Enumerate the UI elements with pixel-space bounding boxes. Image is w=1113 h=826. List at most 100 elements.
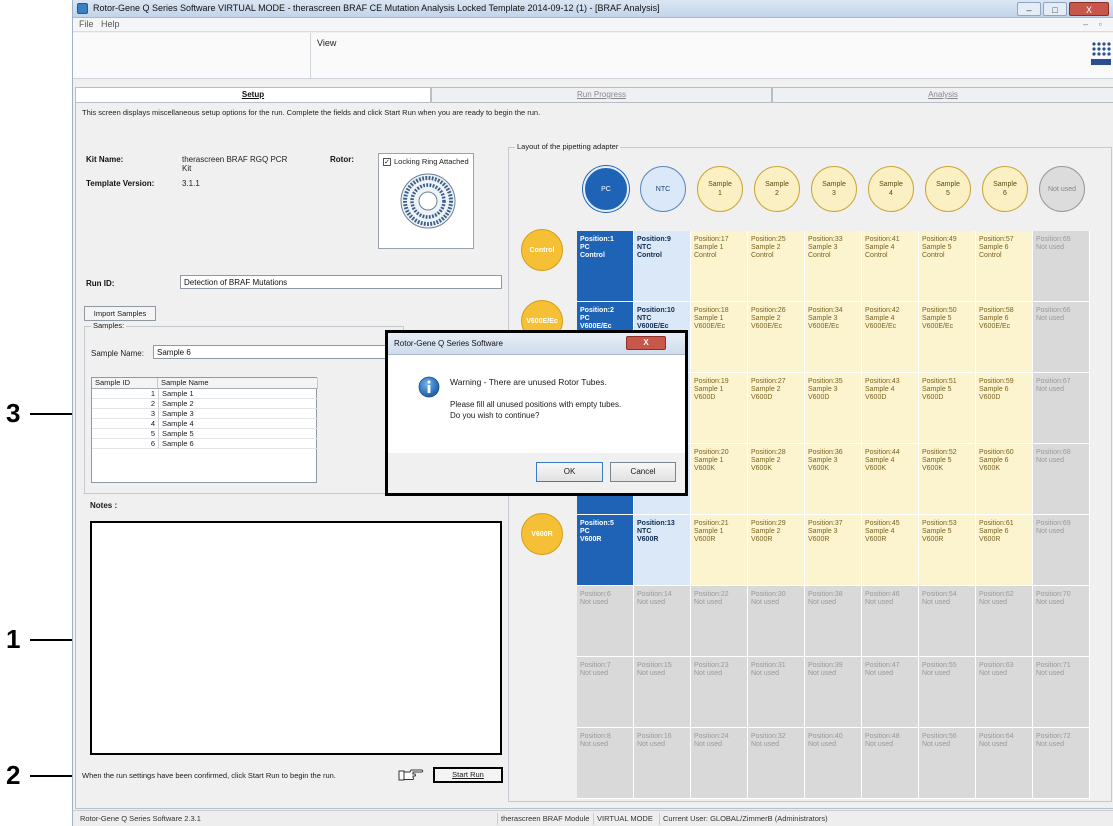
position-cell[interactable]: Position:8 Not used bbox=[577, 728, 634, 799]
table-cell-id[interactable]: 4 bbox=[92, 419, 158, 429]
position-cell[interactable]: Position:1 PC Control bbox=[577, 231, 634, 302]
position-cell[interactable]: Position:60 Sample 6 V600K bbox=[976, 444, 1033, 515]
notes-textarea[interactable] bbox=[90, 521, 502, 755]
position-cell[interactable]: Position:48 Not used bbox=[862, 728, 919, 799]
position-cell[interactable]: Position:41 Sample 4 Control bbox=[862, 231, 919, 302]
position-cell[interactable]: Position:26 Sample 2 V600E/Ec bbox=[748, 302, 805, 373]
position-cell[interactable]: Position:44 Sample 4 V600K bbox=[862, 444, 919, 515]
dialog-title-bar[interactable]: Rotor-Gene Q Series Software X bbox=[388, 333, 685, 355]
position-cell[interactable]: Position:9 NTC Control bbox=[634, 231, 691, 302]
table-cell-id[interactable]: 2 bbox=[92, 399, 158, 409]
run-id-input[interactable]: Detection of BRAF Mutations bbox=[180, 275, 502, 289]
position-cell[interactable]: Position:42 Sample 4 V600E/Ec bbox=[862, 302, 919, 373]
position-cell[interactable]: Position:18 Sample 1 V600E/Ec bbox=[691, 302, 748, 373]
table-cell-id[interactable]: 6 bbox=[92, 439, 158, 449]
position-cell[interactable]: Position:39 Not used bbox=[805, 657, 862, 728]
position-cell[interactable]: Position:50 Sample 5 V600E/Ec bbox=[919, 302, 976, 373]
position-cell[interactable]: Position:17 Sample 1 Control bbox=[691, 231, 748, 302]
position-cell[interactable]: Position:15 Not used bbox=[634, 657, 691, 728]
table-cell-id[interactable]: 5 bbox=[92, 429, 158, 439]
locking-ring-checkbox[interactable]: ✓ bbox=[383, 158, 391, 166]
import-samples-button[interactable]: Import Samples bbox=[84, 306, 156, 321]
position-cell[interactable]: Position:35 Sample 3 V600D bbox=[805, 373, 862, 444]
mdi-controls[interactable]: – ▫ bbox=[1083, 19, 1106, 29]
position-cell[interactable]: Position:55 Not used bbox=[919, 657, 976, 728]
tab-setup[interactable]: Setup bbox=[75, 87, 431, 102]
position-cell[interactable]: Position:27 Sample 2 V600D bbox=[748, 373, 805, 444]
position-cell[interactable]: Position:65 Not used bbox=[1033, 231, 1090, 302]
position-cell[interactable]: Position:33 Sample 3 Control bbox=[805, 231, 862, 302]
position-cell[interactable]: Position:63 Not used bbox=[976, 657, 1033, 728]
position-cell[interactable]: Position:40 Not used bbox=[805, 728, 862, 799]
position-cell[interactable]: Position:72 Not used bbox=[1033, 728, 1090, 799]
col-header-sample-id[interactable]: Sample ID bbox=[92, 378, 158, 389]
position-cell[interactable]: Position:46 Not used bbox=[862, 586, 919, 657]
position-cell[interactable]: Position:57 Sample 6 Control bbox=[976, 231, 1033, 302]
position-cell[interactable]: Position:61 Sample 6 V600R bbox=[976, 515, 1033, 586]
position-cell[interactable]: Position:24 Not used bbox=[691, 728, 748, 799]
position-cell[interactable]: Position:58 Sample 6 V600E/Ec bbox=[976, 302, 1033, 373]
col-header-sample-name[interactable]: Sample Name bbox=[158, 378, 318, 389]
table-cell-id[interactable]: 3 bbox=[92, 409, 158, 419]
position-cell[interactable]: Position:45 Sample 4 V600R bbox=[862, 515, 919, 586]
position-cell[interactable]: Position:69 Not used bbox=[1033, 515, 1090, 586]
position-cell[interactable]: Position:38 Not used bbox=[805, 586, 862, 657]
position-cell[interactable]: Position:59 Sample 6 V600D bbox=[976, 373, 1033, 444]
cancel-button[interactable]: Cancel bbox=[610, 462, 676, 482]
position-cell[interactable]: Position:29 Sample 2 V600R bbox=[748, 515, 805, 586]
tab-run-progress[interactable]: Run Progress bbox=[431, 87, 772, 102]
close-button[interactable]: X bbox=[1069, 2, 1109, 16]
position-cell[interactable]: Position:49 Sample 5 Control bbox=[919, 231, 976, 302]
minimize-button[interactable]: – bbox=[1017, 2, 1041, 16]
table-cell-name[interactable]: Sample 4 bbox=[158, 419, 318, 429]
position-cell[interactable]: Position:68 Not used bbox=[1033, 444, 1090, 515]
position-cell[interactable]: Position:22 Not used bbox=[691, 586, 748, 657]
menu-file[interactable]: File bbox=[79, 19, 94, 29]
position-cell[interactable]: Position:34 Sample 3 V600E/Ec bbox=[805, 302, 862, 373]
position-cell[interactable]: Position:31 Not used bbox=[748, 657, 805, 728]
table-cell-id[interactable]: 1 bbox=[92, 389, 158, 399]
position-cell[interactable]: Position:28 Sample 2 V600K bbox=[748, 444, 805, 515]
position-cell[interactable]: Position:20 Sample 1 V600K bbox=[691, 444, 748, 515]
position-cell[interactable]: Position:53 Sample 5 V600R bbox=[919, 515, 976, 586]
position-cell[interactable]: Position:5 PC V600R bbox=[577, 515, 634, 586]
position-cell[interactable]: Position:66 Not used bbox=[1033, 302, 1090, 373]
dialog-close-button[interactable]: X bbox=[626, 336, 666, 350]
position-cell[interactable]: Position:52 Sample 5 V600K bbox=[919, 444, 976, 515]
position-cell[interactable]: Position:54 Not used bbox=[919, 586, 976, 657]
start-run-button[interactable]: Start Run bbox=[433, 767, 503, 783]
position-cell[interactable]: Position:32 Not used bbox=[748, 728, 805, 799]
table-cell-name[interactable]: Sample 2 bbox=[158, 399, 318, 409]
position-cell[interactable]: Position:19 Sample 1 V600D bbox=[691, 373, 748, 444]
view-menu[interactable]: View bbox=[317, 38, 336, 48]
position-cell[interactable]: Position:21 Sample 1 V600R bbox=[691, 515, 748, 586]
position-cell[interactable]: Position:37 Sample 3 V600R bbox=[805, 515, 862, 586]
position-cell[interactable]: Position:36 Sample 3 V600K bbox=[805, 444, 862, 515]
position-cell[interactable]: Position:6 Not used bbox=[577, 586, 634, 657]
tab-analysis[interactable]: Analysis bbox=[772, 87, 1113, 102]
position-cell[interactable]: Position:70 Not used bbox=[1033, 586, 1090, 657]
position-cell[interactable]: Position:7 Not used bbox=[577, 657, 634, 728]
position-cell[interactable]: Position:47 Not used bbox=[862, 657, 919, 728]
maximize-button[interactable]: □ bbox=[1043, 2, 1067, 16]
position-cell[interactable]: Position:16 Not used bbox=[634, 728, 691, 799]
position-cell[interactable]: Position:62 Not used bbox=[976, 586, 1033, 657]
position-cell[interactable]: Position:71 Not used bbox=[1033, 657, 1090, 728]
samples-table[interactable]: Sample ID Sample Name 1 Sample 1 2 Sampl… bbox=[91, 377, 318, 483]
sample-name-input[interactable]: Sample 6 bbox=[153, 345, 389, 359]
position-cell[interactable]: Position:23 Not used bbox=[691, 657, 748, 728]
title-bar[interactable]: Rotor-Gene Q Series Software VIRTUAL MOD… bbox=[73, 0, 1113, 18]
table-cell-name[interactable]: Sample 1 bbox=[158, 389, 318, 399]
table-cell-name[interactable]: Sample 6 bbox=[158, 439, 318, 449]
position-cell[interactable]: Position:51 Sample 5 V600D bbox=[919, 373, 976, 444]
position-cell[interactable]: Position:56 Not used bbox=[919, 728, 976, 799]
menu-help[interactable]: Help bbox=[101, 19, 120, 29]
table-cell-name[interactable]: Sample 5 bbox=[158, 429, 318, 439]
position-cell[interactable]: Position:30 Not used bbox=[748, 586, 805, 657]
position-cell[interactable]: Position:43 Sample 4 V600D bbox=[862, 373, 919, 444]
ok-button[interactable]: OK bbox=[536, 462, 603, 482]
position-cell[interactable]: Position:64 Not used bbox=[976, 728, 1033, 799]
table-cell-name[interactable]: Sample 3 bbox=[158, 409, 318, 419]
position-cell[interactable]: Position:67 Not used bbox=[1033, 373, 1090, 444]
position-cell[interactable]: Position:25 Sample 2 Control bbox=[748, 231, 805, 302]
